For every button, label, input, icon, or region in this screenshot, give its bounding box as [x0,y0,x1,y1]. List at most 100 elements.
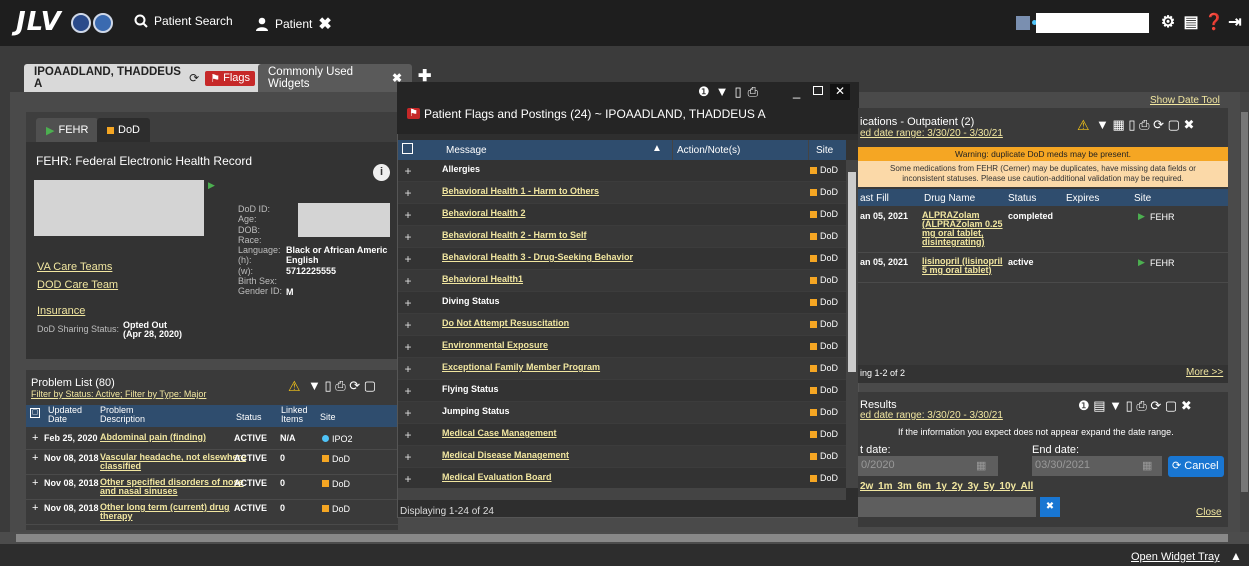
calendar-icon[interactable]: ▦ [976,459,986,472]
flags-button[interactable]: ⚑ Flags [205,70,255,86]
flag-row[interactable]: + Medical Case Management DoD [398,424,846,446]
flag-message-link[interactable]: Behavioral Health 2 [442,208,526,218]
flag-message-link[interactable]: Behavioral Health 3 - Drug-Seeking Behav… [442,252,633,262]
problem-description-link[interactable]: Abdominal pain (finding) [100,433,250,442]
flag-row[interactable]: + Diving Status DoD [398,292,846,314]
dod-care-team-link[interactable]: DOD Care Team [37,279,118,291]
drug-name-link[interactable]: lisinopril (lisinopril 5 mg oral tablet) [922,257,1004,275]
flag-message-link[interactable]: Do Not Attempt Resuscitation [442,318,569,328]
drug-name-link[interactable]: ALPRAZolam (ALPRAZolam 0.25 mg oral tabl… [922,211,1004,247]
expand-row-icon[interactable]: + [32,477,38,489]
main-horizontal-scrollbar[interactable] [0,532,1249,544]
patient-button[interactable]: Patient ✖ [255,14,332,34]
expand-row-icon[interactable]: + [402,252,414,266]
table-row[interactable]: + Feb 25, 2020 Abdominal pain (finding) ACT… [26,430,398,450]
subtab-fehr[interactable]: ▶ FEHR [36,118,99,142]
flag-row[interactable]: + Behavioral Health1 DoD [398,270,846,292]
problem-description-link[interactable]: Other long term (current) drug therapy [100,503,250,521]
sort-ascending-icon[interactable]: ▲ [652,143,662,154]
flag-row[interactable]: + Flying Status DoD [398,380,846,402]
expand-row-icon[interactable]: + [402,296,414,310]
table-row[interactable]: + Nov 08, 2018 Other long term (current) d… [26,500,398,525]
help-icon[interactable]: ❓ [1204,14,1224,32]
va-care-teams-link[interactable]: VA Care Teams [37,261,112,273]
flag-row[interactable]: + Behavioral Health 1 - Harm to Others DoD [398,182,846,204]
col-updated-date[interactable]: Updated Date [48,406,84,424]
flags-vertical-scrollbar[interactable] [846,160,858,488]
table-row[interactable]: + Nov 08, 2018 Vascular headache, not else… [26,450,398,475]
patient-search-button[interactable]: Patient Search [134,14,233,28]
flag-row[interactable]: + Environmental Exposure DoD [398,336,846,358]
tab-commonly-used-widgets[interactable]: Commonly Used Widgets ✖ [258,64,412,92]
flag-message-link[interactable]: Medical Case Management [442,428,557,438]
dialog-close-button[interactable]: ✕ [830,84,850,100]
expand-row-icon[interactable]: + [32,452,38,464]
flags-horizontal-scrollbar[interactable] [398,488,846,500]
expand-row-icon[interactable]: + [402,362,414,376]
main-vertical-scrollbar[interactable] [1240,92,1249,532]
flag-message-link[interactable]: Medical Evaluation Board [442,472,552,482]
expand-all-rows-icon[interactable] [402,143,413,154]
logout-icon[interactable]: ⇥ [1226,14,1244,32]
col-site[interactable]: Site [1134,193,1151,204]
flag-row[interactable]: + Jumping Status DoD [398,402,846,424]
expand-row-icon[interactable]: + [402,274,414,288]
labs-date-range[interactable]: ed date range: 3/30/20 - 3/30/21 [860,410,1003,421]
col-last-fill[interactable]: ast Fill [860,193,889,204]
expand-all-icon[interactable]: ▢ [30,408,40,418]
meds-date-range[interactable]: ed date range: 3/30/20 - 3/30/21 [860,128,1003,139]
scrollbar-thumb[interactable] [848,172,856,372]
document-icon[interactable]: ▤ [1182,14,1200,32]
maximize-icon[interactable] [813,86,823,95]
expand-row-icon[interactable]: + [402,450,414,464]
expand-row-icon[interactable]: + [402,208,414,222]
problem-filter-link[interactable]: Filter by Status: Active; Filter by Type… [31,389,206,399]
col-problem-description[interactable]: Problem Description [100,406,160,424]
flag-row[interactable]: + Behavioral Health 2 - Harm to Self DoD [398,226,846,248]
flag-row[interactable]: + Behavioral Health 3 - Drug-Seeking Beha… [398,248,846,270]
col-linked-items[interactable]: Linked Items [281,406,311,424]
table-row[interactable]: an 05, 2021 lisinopril (lisinopril 5 mg o… [858,253,1228,283]
tab-patient[interactable]: IPOAADLAND, THADDEUS A ⟳ ⚑ Flags [24,64,265,92]
close-patient-icon[interactable]: ✖ [318,14,331,34]
flag-message-link[interactable]: Behavioral Health 2 - Harm to Self [442,230,587,240]
flag-row[interactable]: + Behavioral Health 2 DoD [398,204,846,226]
expand-row-icon[interactable]: + [402,186,414,200]
problem-description-link[interactable]: Vascular headache, not elsewhere classif… [100,453,250,471]
show-date-tool-link[interactable]: Show Date Tool [1150,95,1220,106]
col-site[interactable]: Site [816,145,833,156]
toolbar-icons[interactable]: ▼ ▯ ⎙ ⟳ ▢ [308,378,376,394]
col-status[interactable]: Status [1008,193,1036,204]
info-icon[interactable]: i [373,164,390,181]
problem-description-link[interactable]: Other specified disorders of nose and na… [100,478,250,496]
minimize-icon[interactable]: _ [793,84,800,99]
flag-message-link[interactable]: Behavioral Health 1 - Harm to Others [442,186,599,196]
flag-message-link[interactable]: Behavioral Health1 [442,274,523,284]
scrollbar-thumb[interactable] [1241,112,1248,492]
flag-message-link[interactable]: Medical Disease Management [442,450,569,460]
labs-search-input[interactable] [858,497,1036,517]
col-action-notes[interactable]: Action/Note(s) [677,145,740,156]
expand-row-icon[interactable]: + [402,406,414,420]
insurance-link[interactable]: Insurance [37,305,85,317]
expand-row-icon[interactable]: + [402,428,414,442]
flag-row[interactable]: + Medical Evaluation Board DoD [398,468,846,488]
flag-message-link[interactable]: Exceptional Family Member Program [442,362,600,372]
warning-icon[interactable]: ⚠ [1077,117,1090,134]
flag-message-link[interactable]: Environmental Exposure [442,340,548,350]
col-message[interactable]: Message [446,145,487,156]
col-drug-name[interactable]: Drug Name [924,193,975,204]
labs-close-link[interactable]: Close [1196,507,1222,518]
cancel-button[interactable]: ⟳ Cancel [1168,456,1224,477]
flag-row[interactable]: + Allergies DoD [398,160,846,182]
expand-row-icon[interactable]: + [402,230,414,244]
clear-search-button[interactable]: ✖ [1040,497,1060,517]
expand-row-icon[interactable]: + [402,384,414,398]
expand-row-icon[interactable]: + [32,502,38,514]
col-status[interactable]: Status [236,412,262,422]
warning-icon[interactable]: ⚠ [288,378,301,395]
meds-toolbar-icons[interactable]: ▼ ▦ ▯ ⎙ ⟳ ▢ ✖ [1096,117,1194,133]
expand-row-icon[interactable]: + [402,340,414,354]
expand-row-icon[interactable]: + [402,318,414,332]
flag-row[interactable]: + Exceptional Family Member Program DoD [398,358,846,380]
